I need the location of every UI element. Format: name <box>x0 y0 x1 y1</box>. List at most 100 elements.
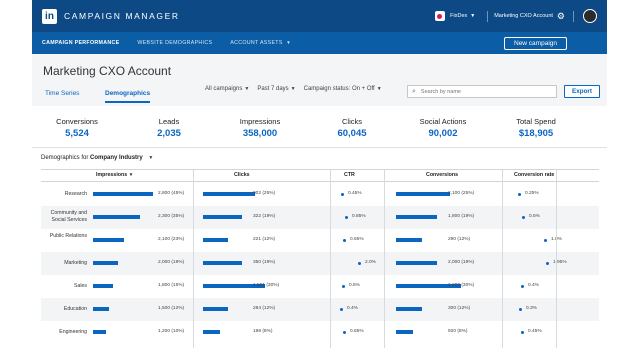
ctr-value: 0.85% <box>352 214 366 219</box>
impressions-value: 2,300 (35%) <box>158 214 185 219</box>
stat-label: Total Spend <box>516 117 556 126</box>
stat-impressions[interactable]: Impressions 358,000 <box>210 117 310 139</box>
nav-account-assets[interactable]: ACCOUNT ASSETS ▼ <box>230 40 291 46</box>
top-bar-right: FixDex ▼ Marketing CXO Account ⚙ <box>435 0 607 32</box>
ctr-value: 0.5% <box>349 283 360 288</box>
demographics-prefix: Demographics for <box>41 155 89 161</box>
impressions-value: 2,000 (19%) <box>158 260 185 265</box>
ctr-dot <box>340 307 343 311</box>
filter-date-range[interactable]: Past 7 days ▼ <box>257 86 295 92</box>
table-row[interactable]: Community and Social Services 2,300 (35%)… <box>41 206 599 229</box>
ctr-value: 0.65% <box>350 329 364 334</box>
table-row[interactable]: Public Relations 2,100 (23%) 221 (12%) 0.65… <box>41 229 599 252</box>
search-input[interactable] <box>420 88 541 95</box>
sort-desc-icon: ▼ <box>128 172 134 177</box>
conversion-rate-value: 0.4% <box>528 283 539 288</box>
row-label: Community and Social Services <box>50 210 87 223</box>
app-frame: in CAMPAIGN MANAGER FixDex ▼ Marketing C… <box>0 0 620 348</box>
col-conversions[interactable]: Conversions <box>426 172 458 178</box>
search-icon: ⌕ <box>412 87 416 95</box>
stat-label: Leads <box>158 117 180 126</box>
col-clicks[interactable]: Clicks <box>234 172 250 178</box>
ctr-dot <box>358 261 361 265</box>
row-label: Sales <box>74 283 87 289</box>
conversions-bar <box>396 215 437 219</box>
conversion-rate-value: 0.5% <box>529 214 540 219</box>
filter-bar: All campaigns ▼ Past 7 days ▼ Campaign sta… <box>205 86 390 92</box>
ctr-dot <box>345 215 348 219</box>
page-header: Marketing CXO Account Time Series Demogr… <box>32 54 607 106</box>
stat-label: Conversions <box>56 117 98 126</box>
nav-account-assets-label: ACCOUNT ASSETS <box>230 40 283 46</box>
row-label: Education <box>63 306 87 312</box>
conversion-rate-value: 0.45% <box>528 329 542 334</box>
stat-leads[interactable]: Leads 2,035 <box>119 117 219 139</box>
stat-value: 90,002 <box>428 128 458 139</box>
tab-demographics[interactable]: Demographics <box>105 90 151 103</box>
conversion-rate-dot <box>521 284 524 288</box>
stat-value: 60,045 <box>337 128 367 139</box>
stat-clicks[interactable]: Clicks 60,045 <box>302 117 402 139</box>
nav-website-demographics[interactable]: WEBSITE DEMOGRAPHICS <box>137 40 212 46</box>
stat-label: Social Actions <box>419 117 467 126</box>
row-label: Public Relations <box>49 233 87 239</box>
impressions-bar <box>93 307 109 311</box>
table-row[interactable]: Sales 1,800 (15%) 1,501 (30%) 0.5% 1,200 (30… <box>41 275 599 298</box>
clicks-value: 902 (25%) <box>253 191 276 196</box>
table-row[interactable]: Engineering 1,200 (10%) 198 (8%) 0.65% 920 (… <box>41 321 599 344</box>
clicks-bar <box>203 238 228 242</box>
column-divider <box>384 170 385 348</box>
table-header: Impressions ▼ Clicks CTR Conversions Con… <box>41 170 599 182</box>
conversions-value: 1,800 (19%) <box>448 214 475 219</box>
stat-social-actions[interactable]: Social Actions 90,002 <box>393 117 493 139</box>
impressions-bar <box>93 215 140 219</box>
avatar[interactable] <box>583 9 597 23</box>
impressions-bar <box>93 330 106 334</box>
ctr-dot <box>343 330 346 334</box>
stat-label: Clicks <box>342 117 362 126</box>
clicks-bar <box>203 307 228 311</box>
clicks-value: 322 (19%) <box>253 214 276 219</box>
conversion-rate-dot <box>518 192 521 196</box>
col-ctr[interactable]: CTR <box>344 172 355 178</box>
demographics-table: Impressions ▼ Clicks CTR Conversions Con… <box>41 169 599 348</box>
conversions-value: 2,000 (19%) <box>448 260 475 265</box>
conversion-rate-dot <box>544 238 547 242</box>
filter-campaigns[interactable]: All campaigns ▼ <box>205 86 249 92</box>
stat-value: $18,905 <box>518 128 554 139</box>
filter-date-label: Past 7 days <box>257 86 289 92</box>
nav-campaign-performance[interactable]: CAMPAIGN PERFORMANCE <box>42 40 119 46</box>
row-label: Engineering <box>59 329 87 335</box>
table-row[interactable]: Research 2,800 (45%) 902 (25%) 0.45% 2,100 (… <box>41 183 599 206</box>
col-conversion-rate[interactable]: Conversion rate <box>514 172 554 178</box>
export-button[interactable]: Export <box>564 85 600 98</box>
conversions-bar <box>396 330 413 334</box>
clicks-bar <box>203 215 242 219</box>
account-name-label[interactable]: Marketing CXO Account <box>494 13 553 19</box>
linkedin-logo[interactable]: in <box>42 8 57 24</box>
search-box[interactable]: ⌕ <box>407 85 557 98</box>
filter-campaign-status[interactable]: Campaign status: On + Off ▼ <box>304 86 382 92</box>
chevron-down-icon[interactable]: ▼ <box>470 13 475 19</box>
column-divider <box>502 170 503 348</box>
clicks-value: 284 (12%) <box>253 306 276 311</box>
conversion-rate-dot <box>519 307 522 311</box>
table-row[interactable]: Marketing 2,000 (19%) 350 (19%) 2.0% 2,000 (… <box>41 252 599 275</box>
stat-label: Impressions <box>239 117 281 126</box>
demographics-dimension: Company Industry <box>90 155 143 161</box>
ctr-dot <box>343 238 346 242</box>
new-campaign-button[interactable]: New campaign <box>504 36 567 50</box>
impressions-value: 1,500 (12%) <box>158 306 185 311</box>
account-switcher[interactable]: FixDex <box>450 13 467 19</box>
filter-status-label: Campaign status: On + Off <box>303 86 375 92</box>
tab-time-series[interactable]: Time Series <box>45 90 79 97</box>
stat-total-spend[interactable]: Total Spend $18,905 <box>486 117 586 139</box>
table-row[interactable]: Education 1,500 (12%) 284 (12%) 0.4% 300 (12… <box>41 298 599 321</box>
stat-conversions[interactable]: Conversions 5,524 <box>27 117 127 139</box>
chevron-down-icon: ▼ <box>290 86 296 92</box>
gear-icon[interactable]: ⚙ <box>557 11 565 22</box>
conversions-value: 290 (12%) <box>448 237 471 242</box>
conversions-bar <box>396 192 450 196</box>
col-impressions[interactable]: Impressions ▼ <box>96 172 133 178</box>
demographics-selector[interactable]: Demographics for Company Industry ▼ <box>41 155 153 161</box>
